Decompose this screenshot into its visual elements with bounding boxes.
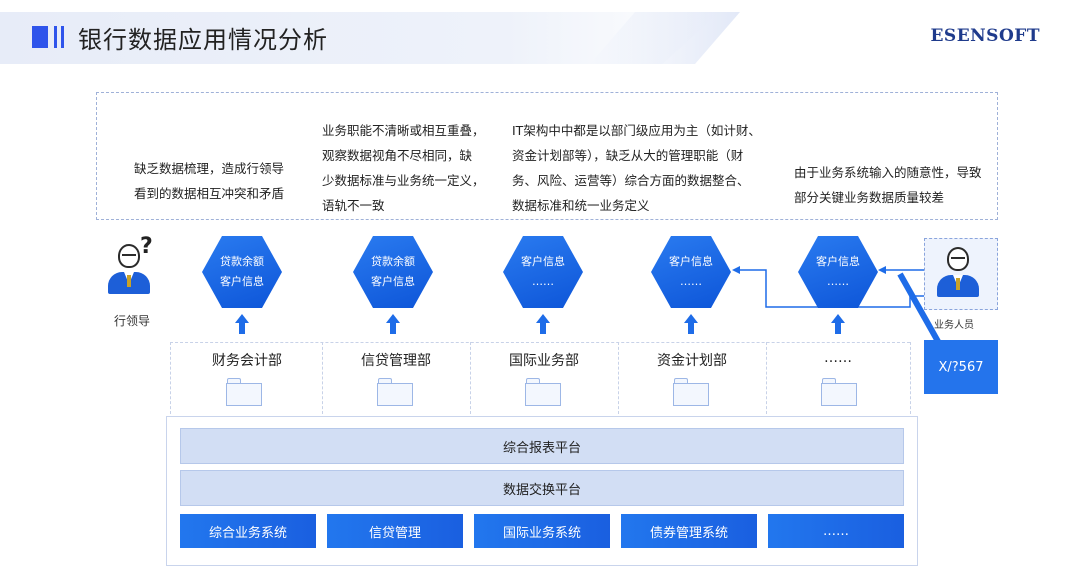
dept-label-treasury: 资金计划部 (657, 353, 727, 369)
folder-icon (821, 378, 857, 406)
folder-icon (226, 378, 262, 406)
leader-label: 行领导 (114, 314, 151, 328)
data-hexagon-1: 贷款余额 客户信息 (202, 236, 282, 308)
staff-box (924, 238, 998, 310)
report-platform-bar: 综合报表平台 (180, 428, 904, 464)
system-bond: 债券管理系统 (621, 514, 757, 548)
system-more: …… (768, 514, 904, 548)
garbled-data-box: X/?567 (924, 340, 998, 394)
dept-label-finance: 财务会计部 (212, 353, 282, 369)
data-hexagon-3: 客户信息 …… (503, 236, 583, 308)
system-international: 国际业务系统 (474, 514, 610, 548)
arrow-head-icon (878, 266, 886, 274)
data-hexagon-4: 客户信息 …… (651, 236, 731, 308)
folder-icon (525, 378, 561, 406)
data-hexagon-2: 贷款余额 客户信息 (353, 236, 433, 308)
system-core-banking: 综合业务系统 (180, 514, 316, 548)
up-arrow-icon (536, 314, 550, 334)
dept-label-international: 国际业务部 (509, 353, 579, 369)
folder-icon (673, 378, 709, 406)
question-mark-icon: ? (140, 234, 153, 259)
arrow-head-icon (732, 266, 740, 274)
up-arrow-icon (235, 314, 249, 334)
dept-label-more: …… (824, 350, 852, 366)
exchange-platform-bar: 数据交换平台 (180, 470, 904, 506)
dept-label-credit: 信贷管理部 (361, 353, 431, 369)
data-hexagon-5: 客户信息 …… (798, 236, 878, 308)
up-arrow-icon (831, 314, 845, 334)
up-arrow-icon (386, 314, 400, 334)
folder-icon (377, 378, 413, 406)
system-credit: 信贷管理 (327, 514, 463, 548)
staff-avatar-icon (935, 245, 987, 305)
staff-label: 业务人员 (934, 320, 974, 331)
up-arrow-icon (684, 314, 698, 334)
